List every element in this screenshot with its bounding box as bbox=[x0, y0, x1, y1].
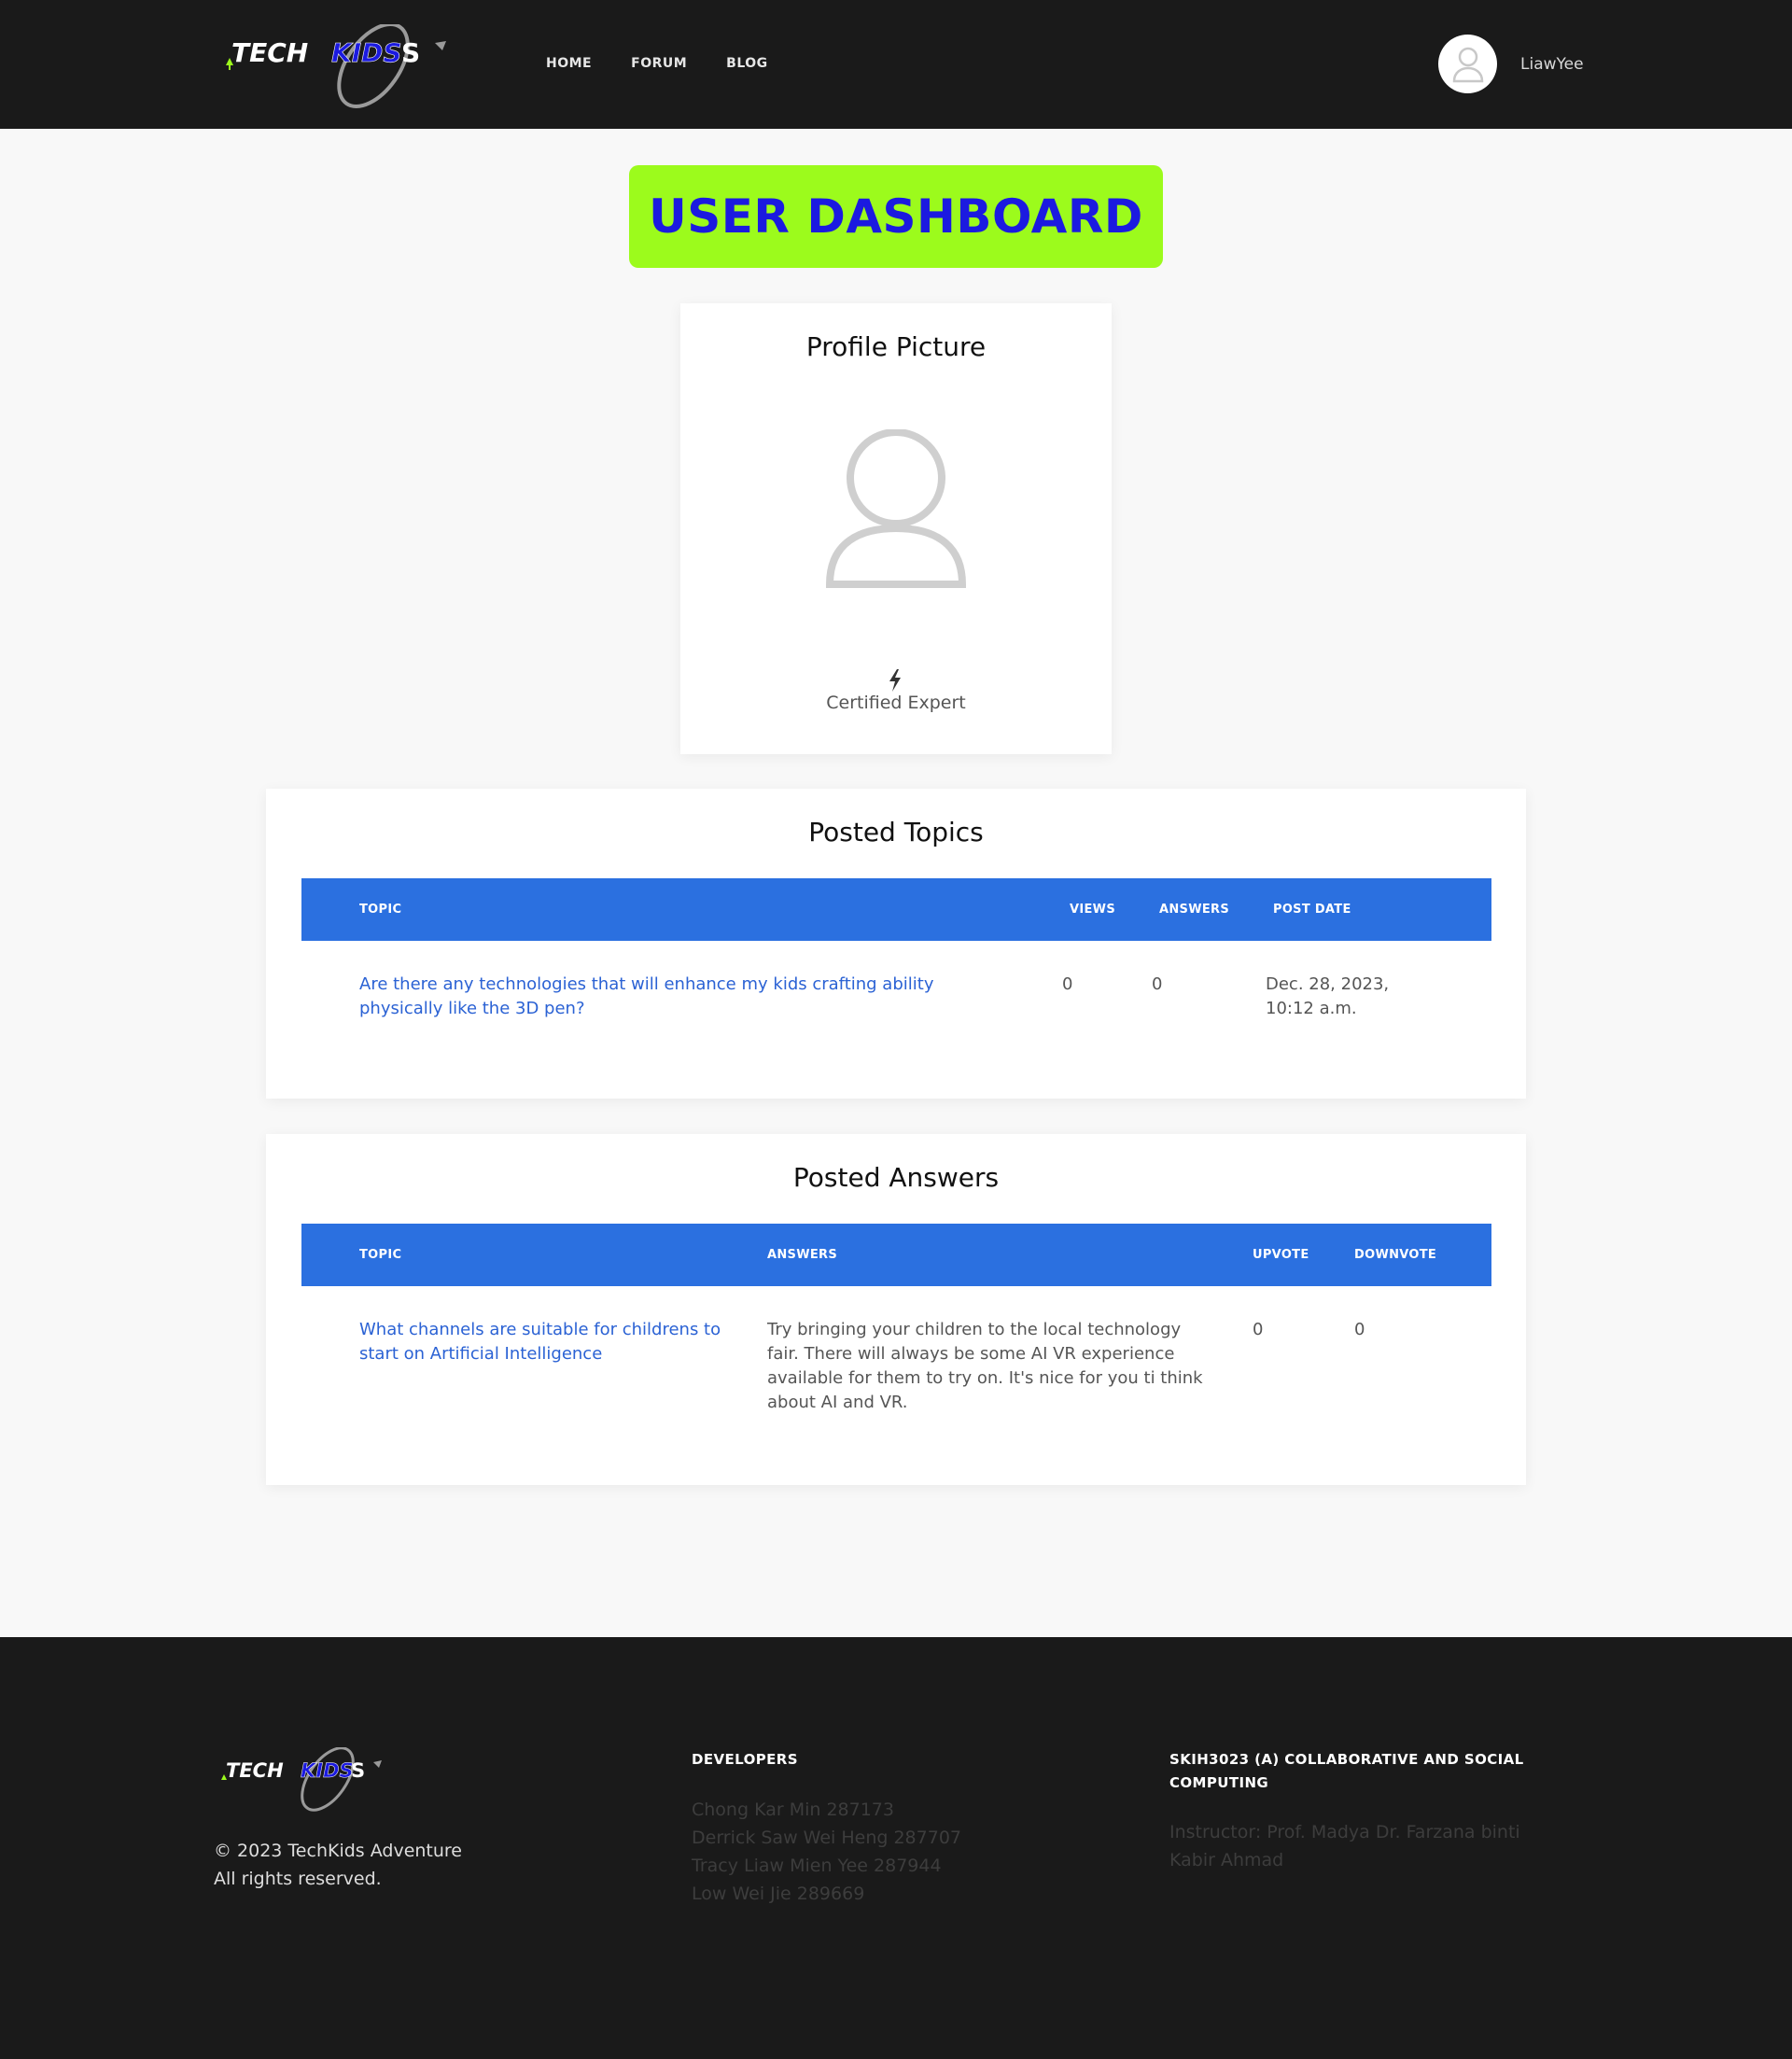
col-answers: ANSWERS bbox=[767, 1248, 837, 1262]
nav-home[interactable]: HOME bbox=[546, 56, 592, 71]
posted-topics-heading: Posted Topics bbox=[808, 817, 984, 847]
instructor-text: Instructor: Prof. Madya Dr. Farzana bint… bbox=[1169, 1822, 1520, 1870]
col-views: VIEWS bbox=[1070, 903, 1115, 917]
techkids-logo[interactable]: TECH KIDS S bbox=[224, 24, 448, 110]
post-date-value: Dec. 28, 2023, 10:12 a.m. bbox=[1266, 974, 1390, 1018]
upvote-value: 0 bbox=[1253, 1320, 1264, 1339]
page-title: USER DASHBOARD bbox=[649, 189, 1143, 244]
copyright: © 2023 TechKids Adventure All rights res… bbox=[214, 1837, 462, 1893]
certified-expert-badge: Certified Expert bbox=[826, 693, 966, 713]
topic-link[interactable]: What channels are suitable for childrens… bbox=[359, 1318, 733, 1366]
col-upvote: UPVOTE bbox=[1253, 1248, 1309, 1262]
col-answers: ANSWERS bbox=[1159, 903, 1229, 917]
col-topic: TOPIC bbox=[359, 1248, 402, 1262]
footer-techkids-logo[interactable]: TECH KIDS S bbox=[220, 1747, 384, 1814]
copyright-line-2: All rights reserved. bbox=[214, 1869, 382, 1889]
downvote-value: 0 bbox=[1354, 1320, 1365, 1339]
posted-answers-section: Posted Answers TOPIC ANSWERS UPVOTE DOWN… bbox=[266, 1134, 1526, 1485]
developer-item: Chong Kar Min 287173 bbox=[692, 1800, 894, 1820]
course-heading: SKIH3023 (A) COLLABORATIVE AND SOCIAL CO… bbox=[1169, 1751, 1524, 1791]
answer-text: Try bringing your children to the local … bbox=[767, 1320, 1203, 1412]
logo-text-kids: KIDS bbox=[331, 37, 402, 68]
developer-item: Tracy Liaw Mien Yee 287944 bbox=[692, 1856, 942, 1876]
site-header: TECH KIDS S HOME FORUM BLOG LiawYee bbox=[0, 0, 1792, 129]
posted-topics-section: Posted Topics TOPIC VIEWS ANSWERS POST D… bbox=[266, 789, 1526, 1099]
profile-heading: Profile Picture bbox=[805, 331, 987, 362]
developer-item: Low Wei Jie 289669 bbox=[692, 1884, 865, 1904]
footer-logo-text-tech: TECH bbox=[226, 1759, 284, 1782]
views-value: 0 bbox=[1062, 974, 1073, 994]
svg-text:S: S bbox=[351, 1759, 365, 1782]
nav-forum[interactable]: FORUM bbox=[631, 56, 687, 71]
footer-logo-text-kids: KIDS bbox=[301, 1759, 354, 1782]
page-title-banner: USER DASHBOARD bbox=[629, 165, 1163, 268]
col-post-date: POST DATE bbox=[1273, 903, 1351, 917]
col-topic: TOPIC bbox=[359, 903, 402, 917]
posted-answers-heading: Posted Answers bbox=[792, 1162, 1000, 1193]
user-menu[interactable]: LiawYee bbox=[1438, 35, 1584, 93]
site-footer: TECH KIDS S © 2023 TechKids Adventure Al… bbox=[0, 1637, 1792, 2059]
answers-table-header: TOPIC ANSWERS UPVOTE DOWNVOTE bbox=[301, 1224, 1491, 1286]
developer-item: Derrick Saw Wei Heng 287707 bbox=[692, 1828, 961, 1848]
answers-value: 0 bbox=[1152, 974, 1163, 994]
avatar[interactable] bbox=[1438, 35, 1497, 93]
developers-column: DEVELOPERS Chong Kar Min 287173 Derrick … bbox=[692, 1748, 1084, 1908]
user-icon bbox=[1452, 47, 1483, 82]
topic-link[interactable]: Are there any technologies that will enh… bbox=[359, 973, 1013, 1021]
topics-table-header: TOPIC VIEWS ANSWERS POST DATE bbox=[301, 878, 1491, 941]
course-column: SKIH3023 (A) COLLABORATIVE AND SOCIAL CO… bbox=[1169, 1748, 1571, 1874]
profile-picture-placeholder-icon bbox=[826, 429, 966, 588]
logo-text-tech: TECH bbox=[231, 37, 308, 68]
col-downvote: DOWNVOTE bbox=[1354, 1248, 1437, 1262]
developers-heading: DEVELOPERS bbox=[692, 1751, 798, 1768]
profile-card: Profile Picture Certified Expert bbox=[680, 303, 1112, 754]
svg-text:S: S bbox=[401, 37, 420, 68]
copyright-line-1: © 2023 TechKids Adventure bbox=[214, 1841, 462, 1861]
main-nav: HOME FORUM BLOG bbox=[546, 56, 768, 71]
nav-blog[interactable]: BLOG bbox=[726, 56, 768, 71]
username[interactable]: LiawYee bbox=[1520, 55, 1584, 74]
bolt-icon bbox=[889, 669, 901, 692]
